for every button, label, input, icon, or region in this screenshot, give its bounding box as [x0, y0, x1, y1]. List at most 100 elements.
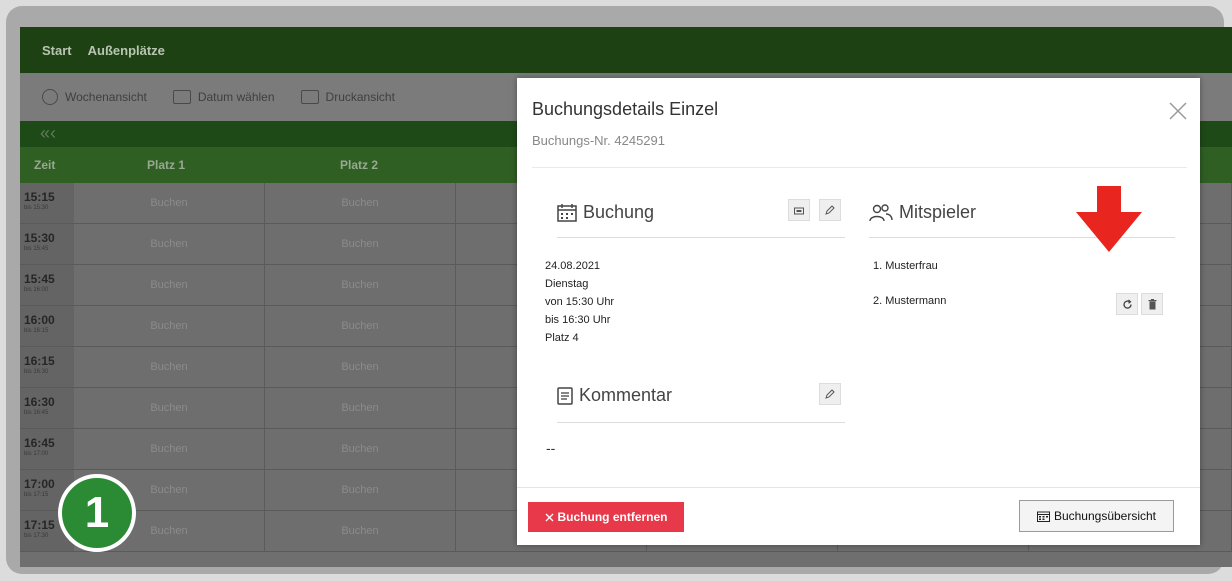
booking-divider	[557, 237, 845, 238]
slot-end-time: bis 16:30	[24, 369, 49, 375]
comment-divider	[557, 422, 845, 423]
refresh-icon	[42, 89, 58, 105]
book-slot-button[interactable]: Buchen	[74, 306, 265, 346]
week-view-label: Wochenansicht	[65, 90, 147, 104]
nav-start[interactable]: Start	[42, 43, 72, 58]
time-cell: 16:00 bis 16:15	[20, 306, 74, 346]
book-slot-button[interactable]: Buchen	[265, 429, 456, 469]
pencil-icon	[825, 205, 835, 215]
booking-section-label: Buchung	[583, 202, 655, 222]
slot-end-time: bis 16:45	[24, 410, 49, 416]
book-slot-button[interactable]: Buchen	[265, 183, 456, 223]
edit-comment-button[interactable]	[819, 383, 841, 405]
note-icon	[557, 386, 573, 405]
print-view-button[interactable]: Druckansicht	[300, 90, 395, 104]
slot-start-time: 16:30	[24, 395, 55, 409]
book-slot-button[interactable]: Buchen	[74, 265, 265, 305]
close-icon[interactable]	[1165, 98, 1191, 124]
time-cell: 15:45 bis 16:00	[20, 265, 74, 305]
booking-number: Buchungs-Nr. 4245291	[532, 133, 665, 148]
booking-date: 24.08.2021	[545, 260, 601, 272]
slot-end-time: bis 16:00	[24, 287, 49, 293]
nav-outdoor-courts[interactable]: Außenplätze	[88, 43, 165, 58]
calendar-icon	[557, 203, 577, 222]
book-slot-button[interactable]: Buchen	[74, 429, 265, 469]
slot-end-time: bis 17:00	[24, 451, 49, 457]
book-slot-button[interactable]: Buchen	[265, 347, 456, 387]
users-icon	[869, 203, 893, 221]
printer-icon	[300, 90, 319, 104]
comment-value: --	[546, 440, 556, 456]
slot-start-time: 17:00	[24, 477, 55, 491]
modal-title: Buchungsdetails Einzel	[532, 99, 719, 119]
book-slot-button[interactable]: Buchen	[265, 265, 456, 305]
remove-booking-label: Buchung entfernen	[557, 510, 668, 524]
booking-weekday: Dienstag	[545, 278, 589, 290]
slot-start-time: 15:15	[24, 190, 55, 204]
print-view-label: Druckansicht	[325, 90, 395, 104]
court-1-header: Platz 1	[147, 158, 186, 172]
slot-start-time: 16:45	[24, 436, 55, 450]
book-slot-button[interactable]: Buchen	[265, 388, 456, 428]
player-2: 2. Mustermann	[873, 295, 947, 307]
time-cell: 16:30 bis 16:45	[20, 388, 74, 428]
step-number-badge: 1	[58, 474, 136, 552]
time-cell: 16:15 bis 16:30	[20, 347, 74, 387]
booking-overview-button[interactable]: Buchungsübersicht	[1019, 500, 1174, 532]
calendar-icon	[172, 90, 191, 104]
pencil-icon	[825, 389, 835, 399]
booking-details-modal: Buchungsdetails Einzel Buchungs-Nr. 4245…	[517, 78, 1200, 545]
slot-start-time: 15:30	[24, 231, 55, 245]
booking-start: von 15:30 Uhr	[545, 296, 615, 308]
book-slot-button[interactable]: Buchen	[74, 224, 265, 264]
pointer-arrow-icon	[1076, 186, 1142, 252]
players-section-label: Mitspieler	[899, 202, 977, 222]
time-column-header: Zeit	[34, 158, 56, 172]
print-booking-button[interactable]	[788, 199, 810, 221]
players-section-title: Mitspieler	[869, 202, 976, 223]
slot-start-time: 16:00	[24, 313, 55, 327]
slot-start-time: 17:15	[24, 518, 55, 532]
book-slot-button[interactable]: Buchen	[265, 306, 456, 346]
slot-start-time: 16:15	[24, 354, 55, 368]
book-slot-button[interactable]: Buchen	[265, 511, 456, 551]
slot-end-time: bis 16:15	[24, 328, 49, 334]
calendar-icon	[1036, 511, 1050, 522]
choose-date-button[interactable]: Datum wählen	[172, 90, 275, 104]
book-slot-button[interactable]: Buchen	[74, 347, 265, 387]
time-cell: 15:15 bis 15:30	[20, 183, 74, 223]
comment-section-label: Kommentar	[579, 385, 673, 405]
previous-arrows-icon[interactable]: «‹	[40, 123, 56, 143]
book-slot-button[interactable]: Buchen	[74, 183, 265, 223]
remove-booking-button[interactable]: Buchung entfernen	[528, 502, 684, 532]
edit-booking-button[interactable]	[819, 199, 841, 221]
book-slot-button[interactable]: Buchen	[74, 388, 265, 428]
delete-player-button[interactable]	[1141, 293, 1163, 315]
close-icon	[545, 513, 553, 521]
footer-divider	[517, 487, 1200, 488]
booking-overview-label: Buchungsübersicht	[1053, 509, 1157, 523]
time-cell: 16:45 bis 17:00	[20, 429, 74, 469]
time-cell: 15:30 bis 15:45	[20, 224, 74, 264]
book-slot-button[interactable]: Buchen	[265, 224, 456, 264]
choose-date-label: Datum wählen	[197, 90, 275, 104]
printer-icon	[794, 207, 804, 214]
slot-end-time: bis 15:45	[24, 246, 49, 252]
book-slot-button[interactable]: Buchen	[265, 470, 456, 510]
app-window: Start Außenplätze Wochenansicht Datum wä…	[20, 27, 1232, 567]
trash-icon	[1148, 298, 1156, 309]
header-divider	[532, 167, 1187, 168]
court-2-header: Platz 2	[340, 158, 379, 172]
booking-info: 24.08.2021 Dienstag von 15:30 Uhr bis 16…	[545, 257, 614, 347]
slot-end-time: bis 15:30	[24, 205, 49, 211]
week-view-button[interactable]: Wochenansicht	[42, 89, 147, 105]
replace-player-button[interactable]	[1116, 293, 1138, 315]
booking-section-title: Buchung	[557, 202, 654, 223]
top-navigation: Start Außenplätze	[20, 27, 1232, 73]
slot-start-time: 15:45	[24, 272, 55, 286]
comment-section-title: Kommentar	[557, 385, 672, 406]
booking-end: bis 16:30 Uhr	[545, 314, 611, 326]
player-1: 1. Musterfrau	[873, 260, 938, 272]
booking-court: Platz 4	[545, 332, 579, 344]
refresh-icon	[1122, 299, 1132, 309]
